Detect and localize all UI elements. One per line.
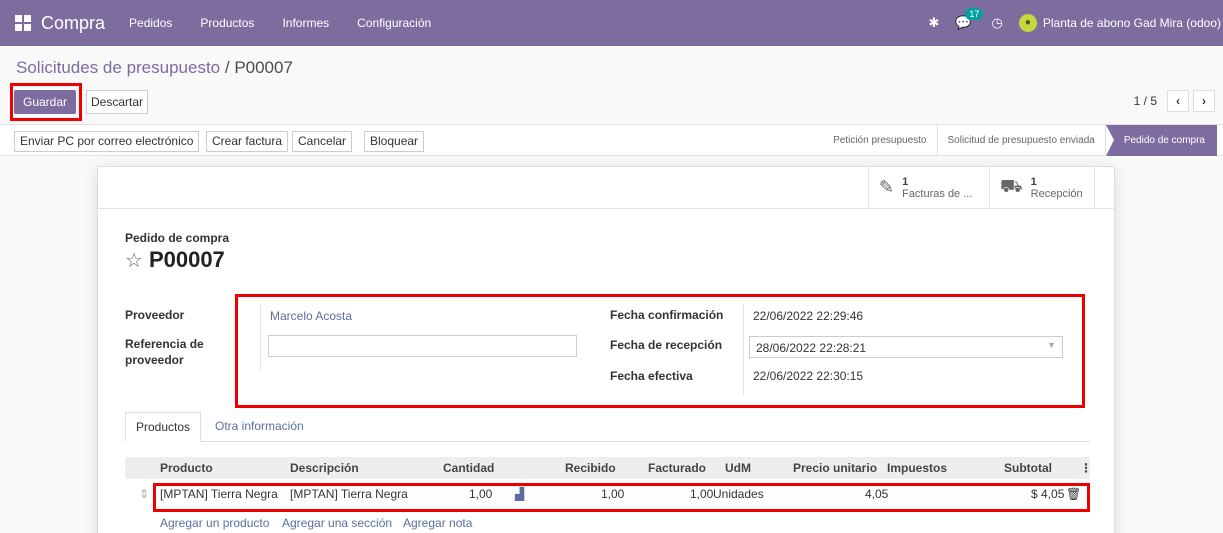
pager: 1 / 5 ‹ › — [1134, 90, 1215, 112]
lock-button[interactable]: Bloquear — [364, 131, 425, 152]
column-facturado[interactable]: Facturado — [648, 461, 706, 475]
column-producto[interactable]: Producto — [160, 461, 213, 475]
receipts-count: 1 — [1030, 175, 1037, 188]
order-lines-header: Producto Descripción Cantidad Recibido F… — [125, 457, 1092, 479]
statusbar: Enviar PC por correo electrónico Crear f… — [0, 124, 1223, 156]
invoices-count: 1 — [902, 175, 909, 188]
stage-pedido-compra[interactable]: Pedido de compra — [1105, 125, 1217, 156]
navbar-systray: ✱ 💬 17 ◷ ● Planta de abono Gad Mira (odoo… — [928, 0, 1223, 46]
company-avatar[interactable]: ● — [1018, 14, 1037, 32]
discard-button[interactable]: Descartar — [86, 90, 149, 114]
debug-bug-icon[interactable]: ✱ — [928, 15, 939, 31]
receipts-label: Recepción — [1030, 187, 1083, 200]
fields-highlight-box — [235, 294, 1085, 408]
breadcrumb: Solicitudes de presupuesto / P00007 — [16, 58, 293, 78]
row-highlight-box — [153, 483, 1090, 512]
pager-value[interactable]: 1 / 5 — [1134, 94, 1157, 108]
pager-next-button[interactable]: › — [1193, 90, 1215, 112]
app-name[interactable]: Compra — [41, 13, 105, 34]
stage-peticion-presupuesto[interactable]: Petición presupuesto — [823, 125, 938, 156]
invoices-smart-button[interactable]: ✎ 1 Facturas de ... — [868, 167, 989, 208]
breadcrumb-current: P00007 — [234, 58, 293, 77]
stage-solicitud-enviada[interactable]: Solicitud de presupuesto enviada — [938, 125, 1106, 156]
save-highlight-box — [10, 83, 82, 121]
tab-otra-informacion[interactable]: Otra información — [205, 412, 314, 442]
smart-button-box: ✎ 1 Facturas de ... ⛟ 1 Recepción — [98, 167, 1114, 209]
vendor-label: Proveedor — [125, 308, 185, 322]
add-product-link[interactable]: Agregar un producto — [160, 516, 269, 530]
menu-item-pedidos[interactable]: Pedidos — [129, 16, 172, 30]
order-name: P00007 — [148, 247, 225, 272]
truck-icon: ⛟ — [1000, 175, 1023, 196]
main-menu: Pedidos Productos Informes Configuración — [129, 16, 459, 30]
add-note-link[interactable]: Agregar nota — [403, 516, 472, 530]
edit-invoice-icon: ✎ — [879, 177, 895, 197]
pager-previous-button[interactable]: ‹ — [1167, 90, 1189, 112]
column-cantidad[interactable]: Cantidad — [443, 461, 494, 475]
page-title: ☆ P00007 — [125, 247, 225, 273]
breadcrumb-separator: / — [220, 58, 235, 77]
column-options-icon[interactable]: ⋮ — [1080, 461, 1092, 475]
company-switcher[interactable]: Planta de abono Gad Mira (odoo) — [1043, 16, 1221, 30]
cancel-order-button[interactable]: Cancelar — [292, 131, 353, 152]
add-section-link[interactable]: Agregar una sección — [282, 516, 392, 530]
breadcrumb-parent[interactable]: Solicitudes de presupuesto — [16, 58, 220, 77]
column-descripcion[interactable]: Descripción — [290, 461, 359, 475]
create-invoice-button[interactable]: Crear factura — [206, 131, 289, 152]
apps-menu-icon[interactable] — [15, 15, 31, 31]
star-icon[interactable]: ☆ — [125, 248, 143, 273]
column-recibido[interactable]: Recibido — [565, 461, 616, 475]
send-po-email-button[interactable]: Enviar PC por correo electrónico — [14, 131, 200, 152]
drag-handle-icon[interactable]: ⇕ — [139, 487, 149, 501]
column-impuestos[interactable]: Impuestos — [887, 461, 947, 475]
messages-icon[interactable]: 💬 17 — [955, 8, 984, 31]
receipts-smart-button[interactable]: ⛟ 1 Recepción — [989, 167, 1095, 208]
vendor-reference-label: Referencia de proveedor — [125, 337, 204, 367]
invoices-label: Facturas de ... — [902, 187, 973, 200]
tab-productos[interactable]: Productos — [125, 412, 202, 442]
menu-item-informes[interactable]: Informes — [282, 16, 329, 30]
form-sheet: ✎ 1 Facturas de ... ⛟ 1 Recepción Pedido… — [97, 166, 1115, 533]
top-navbar: Compra Pedidos Productos Informes Config… — [0, 0, 1223, 46]
status-stages: Petición presupuesto Solicitud de presup… — [823, 125, 1217, 156]
menu-item-configuracion[interactable]: Configuración — [357, 16, 431, 30]
document-type-label: Pedido de compra — [125, 231, 230, 245]
column-precio-unitario[interactable]: Precio unitario — [793, 461, 877, 475]
activity-clock-icon[interactable]: ◷ — [992, 15, 1003, 31]
receipts-smart-text: 1 Recepción — [1031, 176, 1083, 200]
invoices-smart-text: 1 Facturas de ... — [902, 176, 972, 200]
menu-item-productos[interactable]: Productos — [200, 16, 254, 30]
column-udm[interactable]: UdM — [725, 461, 751, 475]
messages-badge: 17 — [965, 8, 984, 20]
notebook-tabs: Productos Otra información — [125, 412, 1090, 442]
column-subtotal[interactable]: Subtotal — [1004, 461, 1052, 475]
